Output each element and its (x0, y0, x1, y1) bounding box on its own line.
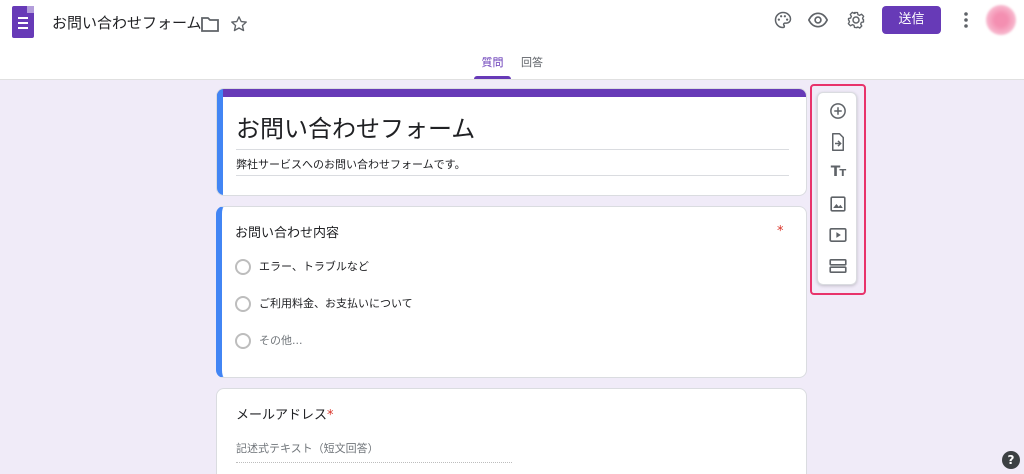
add-video-icon[interactable] (826, 223, 850, 247)
preview-eye-icon[interactable] (807, 9, 829, 31)
settings-gear-icon[interactable] (845, 9, 867, 31)
radio-option[interactable]: エラー、トラブルなど (235, 257, 369, 277)
short-answer-placeholder: 記述式テキスト（短文回答） (236, 442, 379, 455)
add-section-icon[interactable] (826, 254, 850, 278)
folder-icon[interactable] (200, 14, 220, 34)
add-image-icon[interactable] (826, 192, 850, 216)
radio-button-icon[interactable] (235, 259, 251, 275)
theme-top-bar (217, 89, 806, 97)
form-title[interactable]: お問い合わせフォーム (52, 13, 202, 33)
form-title-heading[interactable]: お問い合わせフォーム (236, 113, 475, 145)
question-title-text: メールアドレス (236, 408, 328, 423)
tab-responses[interactable]: 回答 (516, 56, 548, 70)
help-icon[interactable]: ? (1002, 451, 1020, 469)
palette-icon[interactable] (772, 9, 794, 31)
form-title-card[interactable]: お問い合わせフォーム 弊社サービスへのお問い合わせフォームです。 (216, 88, 807, 196)
form-description[interactable]: 弊社サービスへのお問い合わせフォームです。 (236, 157, 466, 173)
forms-logo-icon[interactable] (12, 6, 34, 38)
floating-toolbar: TT (817, 92, 857, 285)
question-title[interactable]: お問い合わせ内容 (235, 225, 339, 243)
option-label: その他... (259, 334, 303, 347)
more-vert-icon[interactable] (956, 10, 976, 30)
focus-left-bar (217, 89, 223, 195)
radio-option[interactable]: ご利用料金、お支払いについて (235, 294, 413, 314)
star-icon[interactable] (229, 14, 249, 34)
add-title-icon[interactable]: TT (826, 161, 850, 185)
radio-option[interactable]: その他... (235, 331, 303, 351)
import-questions-icon[interactable] (826, 130, 850, 154)
question-card-email[interactable]: メールアドレス* 記述式テキスト（短文回答） (216, 388, 807, 474)
short-answer-underline (236, 462, 512, 463)
option-label: ご利用料金、お支払いについて (259, 297, 413, 310)
active-tab-indicator (474, 76, 511, 79)
account-avatar[interactable] (986, 5, 1016, 35)
radio-button-icon[interactable] (235, 333, 251, 349)
title-glyph-small: T (839, 168, 846, 179)
app-header: お問い合わせフォーム 送信 質問 回答 (0, 0, 1024, 80)
add-question-icon[interactable] (826, 99, 850, 123)
title-underline (236, 149, 789, 150)
question-title[interactable]: メールアドレス* (236, 407, 334, 425)
option-label: エラー、トラブルなど (259, 260, 369, 273)
question-card-inquiry[interactable]: お問い合わせ内容 * エラー、トラブルなど ご利用料金、お支払いについて その他… (216, 206, 807, 378)
required-mark: * (327, 408, 334, 423)
description-underline (236, 175, 789, 176)
required-mark: * (777, 224, 784, 239)
send-button[interactable]: 送信 (882, 6, 941, 34)
radio-button-icon[interactable] (235, 296, 251, 312)
tab-questions[interactable]: 質問 (474, 56, 511, 70)
